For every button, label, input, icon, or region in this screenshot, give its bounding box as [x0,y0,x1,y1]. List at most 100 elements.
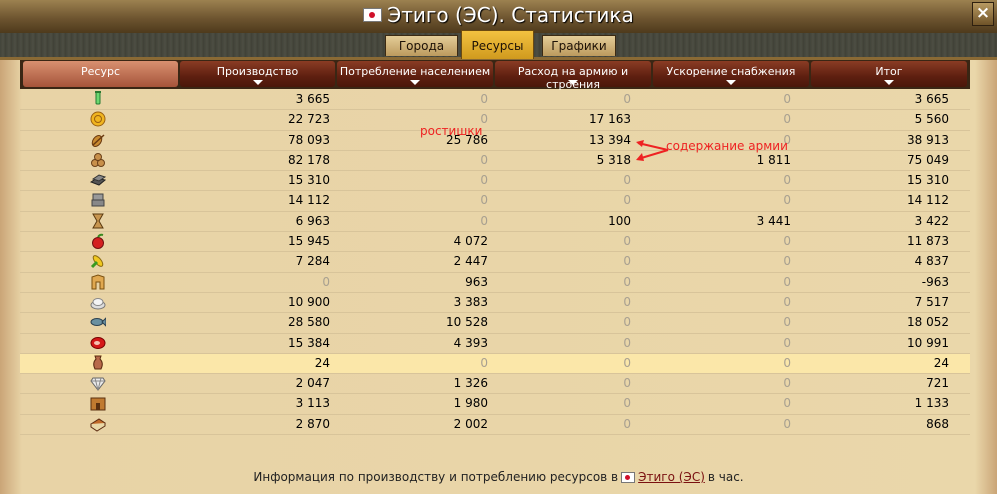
column-header-total[interactable]: Итог [811,61,967,87]
cell-production: 15 310 [288,173,330,188]
cell-production: 0 [322,274,330,289]
cell-boost: 0 [783,416,791,431]
cell-population: 2 002 [453,416,488,431]
table-row: 7 284 2 447 0 0 4 837 [20,252,970,273]
cell-total: 721 [926,376,949,391]
cell-army: 0 [623,355,631,370]
cell-army: 0 [623,92,631,106]
annotation-army-upkeep: содержание армии [666,139,788,153]
table-row: 22 723 0 17 163 0 5 560 [20,110,970,131]
cell-boost: 0 [783,335,791,350]
tab-resources[interactable]: Ресурсы [461,30,534,59]
cell-population: 2 447 [453,254,488,269]
diamond-icon [90,377,106,391]
cell-boost: 0 [783,173,791,188]
resource-table: 3 665 0 0 0 3 665 22 723 0 17 163 0 5 560 78 093 25… [20,90,970,436]
column-header-production[interactable]: Производство [180,61,335,87]
tab-bar: Города Ресурсы Графики [0,30,997,60]
cell-boost: 0 [783,294,791,309]
cell-army: 17 163 [589,112,631,127]
cell-boost: 0 [783,355,791,370]
table-row: 28 580 10 528 0 0 18 052 [20,313,970,334]
table-row: 15 384 4 393 0 0 10 991 [20,334,970,354]
cell-total: 14 112 [907,193,949,208]
wheat-icon [91,274,105,290]
column-header-boost[interactable]: Ускорение снабжения [653,61,809,87]
cell-population: 1 980 [453,396,488,411]
table-row: 3 113 1 980 0 0 1 133 [20,394,970,415]
tab-charts[interactable]: Графики [542,35,616,56]
cell-production: 15 384 [288,335,330,350]
cell-army: 0 [623,416,631,431]
close-icon: × [975,3,991,23]
cell-boost: 0 [783,92,791,106]
table-row: 14 112 0 0 0 14 112 [20,191,970,212]
table-row: 6 963 0 100 3 441 3 422 [20,212,970,233]
cell-boost: 0 [783,254,791,269]
cell-total: 10 991 [907,335,949,350]
potion-icon [95,91,101,105]
sort-arrow-icon [726,80,736,85]
cell-production: 6 963 [295,213,330,228]
cell-total: 7 517 [914,294,949,309]
cell-population: 4 393 [453,335,488,350]
city-link[interactable]: Этиго (ЭС) [638,470,705,484]
cell-total: -963 [921,274,949,289]
cell-boost: 0 [783,396,791,411]
fish-icon [90,317,106,327]
column-header-population[interactable]: Потребление населением [337,61,493,87]
annotation-arrows [636,140,669,161]
cell-total: 75 049 [907,152,949,167]
cell-boost: 1 811 [756,152,791,167]
cell-total: 18 052 [907,315,949,330]
close-button[interactable]: × [972,2,994,26]
table-row: 10 900 3 383 0 0 7 517 [20,293,970,314]
corn-icon [90,255,104,269]
cell-army: 0 [623,396,631,411]
cell-boost: 0 [783,376,791,391]
apple-icon [92,233,104,250]
table-header: Ресурс Производство Потребление населени… [20,60,970,91]
cell-population: 0 [480,213,488,228]
japan-flag-icon [363,8,383,22]
cell-production: 82 178 [288,152,330,167]
sort-arrow-icon [252,80,263,85]
cell-production: 78 093 [288,132,330,147]
cell-total: 24 [933,355,949,370]
cell-army: 0 [623,335,631,350]
hourglass-icon [92,213,104,229]
window-title: Этиго (ЭС). Статистика [0,3,997,27]
title-bar: Этиго (ЭС). Статистика × [0,0,997,33]
cell-population: 1 326 [453,376,488,391]
stone-icon [91,193,105,207]
cell-army: 0 [623,376,631,391]
cell-production: 2 870 [295,416,330,431]
vase-icon [93,355,103,370]
tab-cities[interactable]: Города [385,35,458,56]
cell-production: 22 723 [288,112,330,127]
footer-prefix: Информация по производству и потреблению… [253,470,619,484]
cell-army: 0 [623,274,631,289]
cell-production: 3 113 [295,396,330,411]
table-row: 78 093 25 786 13 394 0 38 913 [20,131,970,151]
cell-total: 868 [926,416,949,431]
cell-production: 3 665 [295,92,330,106]
column-header-resource[interactable]: Ресурс [23,61,178,87]
cell-production: 14 112 [288,193,330,208]
cell-production: 2 047 [295,376,330,391]
sort-arrow-icon [884,80,894,85]
cell-army: 0 [623,254,631,269]
window-title-text: Этиго (ЭС). Статистика [387,3,634,27]
gold-coin-icon [90,111,106,127]
cell-production: 10 900 [288,294,330,309]
column-header-army[interactable]: Расход на армию и строения [495,61,651,91]
cell-boost: 0 [783,315,791,330]
rice-icon [90,297,106,310]
cell-production: 7 284 [295,254,330,269]
footer-suffix: в час. [707,470,744,484]
cell-production: 15 945 [288,234,330,249]
footer-info: Информация по производству и потреблению… [0,470,997,484]
cell-army: 5 318 [596,152,631,167]
cell-population: 0 [480,92,488,106]
cell-total: 38 913 [907,132,949,147]
